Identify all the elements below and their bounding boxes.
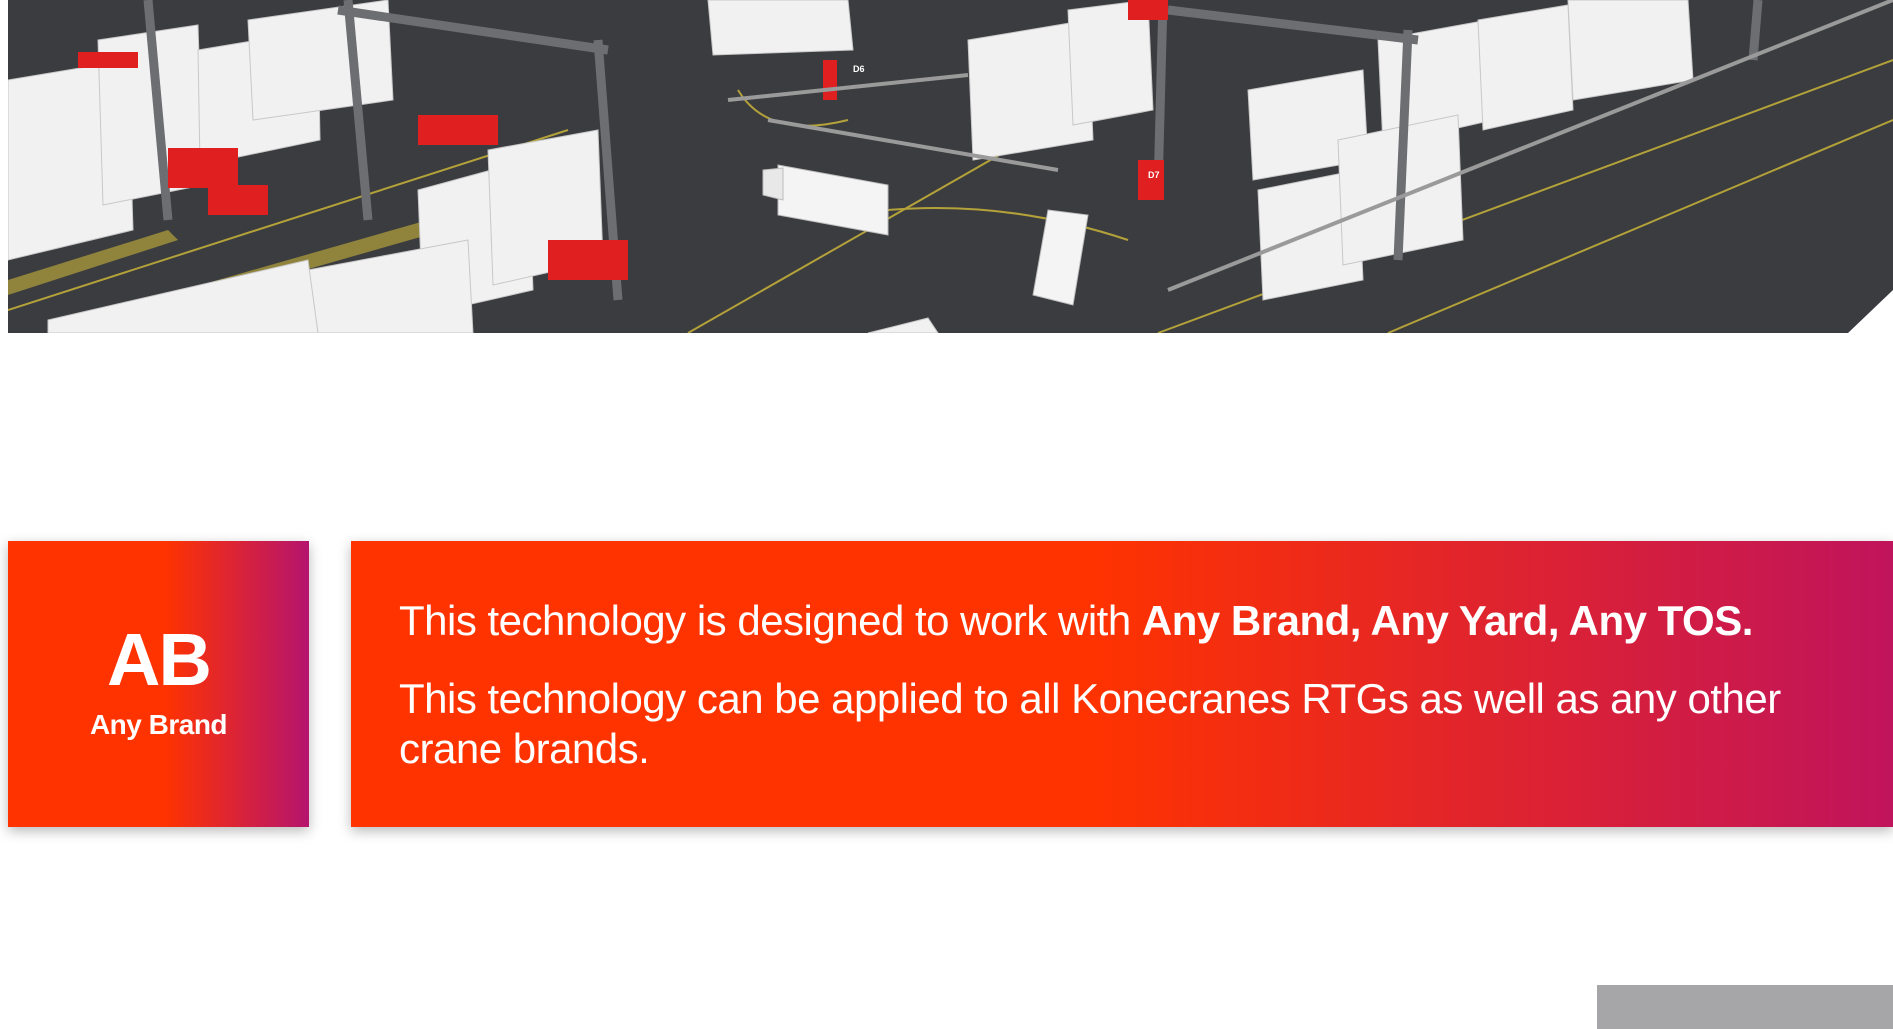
badge-label: Any Brand: [89, 709, 228, 740]
compatibility-info-panel: This technology is designed to work with…: [351, 541, 1893, 827]
applicability-statement: This technology can be applied to all Ko…: [399, 675, 1781, 773]
badge-abbreviation: AB: [107, 618, 212, 701]
block-label-d7: D7: [1148, 170, 1160, 180]
statement-emphasis: Any Brand, Any Yard, Any TOS.: [1141, 597, 1754, 644]
any-brand-badge: AB Any Brand: [8, 541, 309, 827]
statement-prefix: This technology is designed to work with: [399, 597, 1142, 644]
terminal-hero-image: D6 D7: [8, 0, 1893, 333]
partial-gray-block: [1597, 985, 1893, 1029]
compatibility-statement: This technology is designed to work with…: [399, 596, 1883, 646]
block-label-d6: D6: [853, 64, 865, 74]
container-yard-illustration: D6 D7: [8, 0, 1893, 333]
